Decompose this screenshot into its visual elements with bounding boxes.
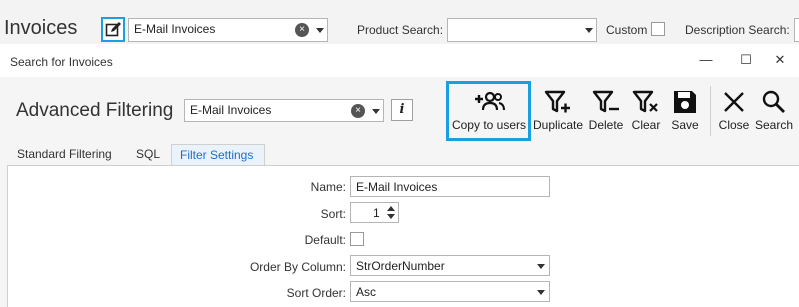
order-by-column-label: Order By Column: — [249, 260, 346, 274]
tab-filter-settings[interactable]: Filter Settings — [171, 144, 265, 165]
sort-value: 1 — [373, 206, 380, 220]
advanced-filtering-heading: Advanced Filtering — [16, 100, 174, 121]
custom-checkbox[interactable] — [651, 22, 665, 36]
maximize-button[interactable]: ☐ — [736, 52, 756, 70]
filter-minus-icon — [592, 90, 619, 113]
sort-order-select[interactable]: Asc — [350, 281, 550, 302]
save-button[interactable]: Save — [667, 86, 703, 138]
background-filter-combo[interactable]: E-Mail Invoices × — [128, 18, 328, 42]
chevron-down-icon[interactable] — [316, 28, 324, 33]
stepper-arrows-icon[interactable] — [386, 204, 396, 221]
order-by-column-select[interactable]: StrOrderNumber — [350, 255, 550, 276]
product-search-combo[interactable] — [447, 18, 597, 42]
default-checkbox[interactable] — [350, 232, 364, 246]
background-filter-combo-value: E-Mail Invoices — [134, 22, 216, 36]
floppy-disk-icon — [674, 91, 696, 113]
clear-icon[interactable]: × — [351, 104, 365, 118]
duplicate-button[interactable]: Duplicate — [532, 86, 584, 138]
name-label: Name: — [310, 180, 346, 194]
dialog-filter-combo-value: E-Mail Invoices — [190, 103, 272, 117]
delete-button[interactable]: Delete — [586, 86, 626, 138]
product-search-label: Product Search: — [357, 23, 444, 37]
dialog-title: Search for Invoices — [10, 55, 113, 69]
search-label: Search — [754, 118, 794, 132]
copy-to-users-highlight — [446, 81, 531, 141]
sort-order-value: Asc — [356, 285, 377, 299]
minimize-button[interactable]: — — [696, 52, 716, 70]
close-icon — [724, 92, 744, 112]
default-label: Default: — [304, 233, 346, 247]
background-page-title: Invoices — [4, 17, 78, 39]
close-button[interactable]: Close — [716, 86, 752, 138]
save-label: Save — [671, 118, 699, 132]
sort-stepper[interactable]: 1 — [350, 202, 399, 223]
pencil-icon — [105, 22, 121, 37]
clear-label: Clear — [631, 118, 661, 132]
clear-icon[interactable]: × — [295, 23, 309, 37]
clear-button[interactable]: Clear — [629, 86, 663, 138]
custom-label: Custom — [606, 23, 648, 37]
dialog-filter-combo[interactable]: E-Mail Invoices × — [184, 99, 384, 122]
chevron-down-icon[interactable] — [537, 290, 545, 295]
search-icon — [762, 90, 785, 113]
filter-plus-icon — [544, 90, 570, 113]
order-by-column-value: StrOrderNumber — [356, 259, 445, 273]
chevron-down-icon[interactable] — [585, 28, 593, 33]
tab-sql[interactable]: SQL — [128, 144, 168, 165]
name-input[interactable]: E-Mail Invoices — [350, 176, 550, 197]
toolbar-separator — [710, 86, 711, 136]
tab-standard-filtering[interactable]: Standard Filtering — [9, 144, 120, 165]
chevron-down-icon[interactable] — [372, 109, 380, 114]
chevron-down-icon[interactable] — [537, 264, 545, 269]
name-value: E-Mail Invoices — [356, 180, 438, 194]
filter-clear-icon — [632, 90, 658, 113]
info-button[interactable]: i — [391, 99, 413, 121]
duplicate-label: Duplicate — [532, 118, 584, 132]
delete-label: Delete — [588, 118, 624, 132]
edit-filter-button[interactable] — [101, 17, 125, 42]
close-window-button[interactable]: ✕ — [770, 52, 790, 70]
search-button[interactable]: Search — [754, 86, 794, 138]
close-label: Close — [718, 118, 750, 132]
description-search-label: Description Search: — [685, 23, 790, 37]
sort-order-label: Sort Order: — [286, 286, 346, 300]
sort-label: Sort: — [320, 207, 346, 221]
dialog-titlebar — [0, 44, 799, 77]
description-search-field[interactable] — [794, 18, 799, 42]
